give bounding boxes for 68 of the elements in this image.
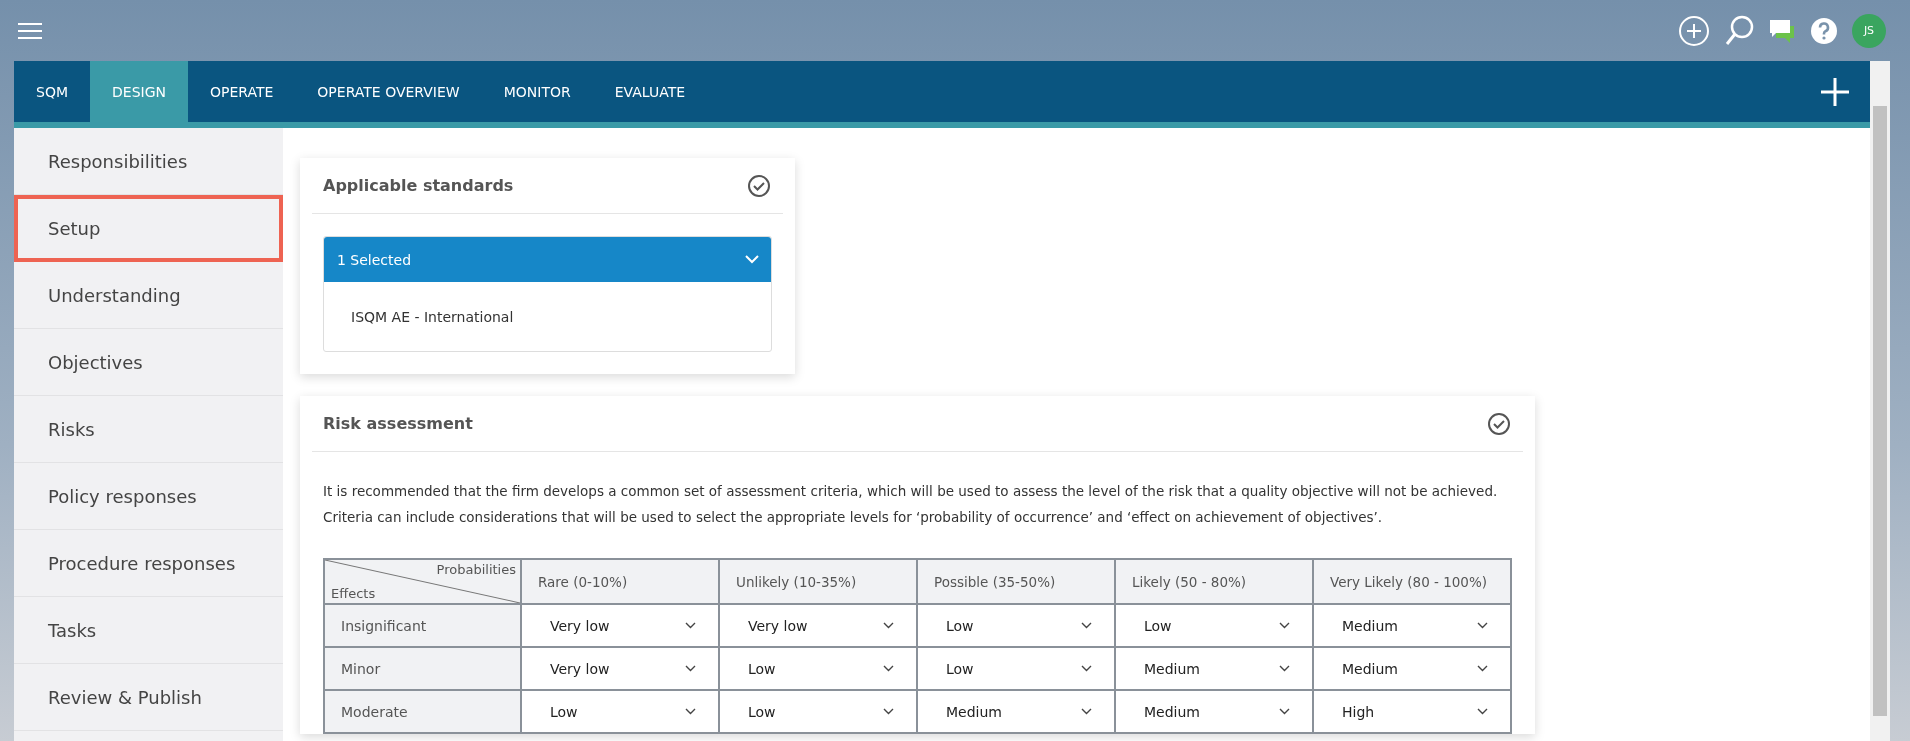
row-header: Insignificant [324, 604, 521, 647]
level-select[interactable]: Very low [522, 649, 718, 688]
nav-tab[interactable]: MONITOR [481, 61, 593, 122]
chevron-down-icon [1081, 665, 1092, 672]
row-header: Moderate [324, 690, 521, 733]
header-label: Probabilities [436, 562, 516, 577]
column-header: Possible (35-50%) [917, 559, 1115, 604]
header-label: Effects [331, 586, 376, 601]
nav-tab[interactable]: OPERATE [187, 61, 296, 122]
sidebar-item[interactable]: Understanding [14, 262, 283, 329]
nav-tab[interactable]: OPERATE OVERVIEW [295, 61, 482, 122]
standards-dropdown[interactable]: 1 Selected [324, 237, 771, 282]
add-icon[interactable] [1820, 76, 1850, 107]
standard-option[interactable]: ISQM AE - International [324, 282, 771, 351]
nav-tab[interactable]: EVALUATE [592, 61, 708, 122]
chevron-down-icon [883, 708, 894, 715]
level-select[interactable]: High [1314, 692, 1510, 731]
level-select[interactable]: Medium [918, 692, 1114, 731]
card-title: Risk assessment [323, 414, 473, 433]
level-select[interactable]: Low [918, 606, 1114, 645]
help-icon[interactable] [1810, 16, 1838, 45]
check-circle-icon [747, 173, 771, 198]
level-select[interactable]: Medium [1116, 649, 1312, 688]
chevron-down-icon [745, 255, 759, 264]
nav-tab[interactable]: SQM [14, 61, 90, 122]
column-header: Very Likely (80 - 100%) [1313, 559, 1511, 604]
scrollbar-thumb[interactable] [1873, 106, 1887, 716]
level-select[interactable]: Medium [1314, 649, 1510, 688]
level-select[interactable]: Medium [1116, 692, 1312, 731]
search-icon[interactable] [1724, 14, 1754, 47]
sidebar-item[interactable]: Risks [14, 396, 283, 463]
level-select[interactable]: Very low [720, 606, 916, 645]
chevron-down-icon [1081, 622, 1092, 629]
column-header: Likely (50 - 80%) [1115, 559, 1313, 604]
chevron-down-icon [685, 708, 696, 715]
sidebar-item[interactable]: Setup [14, 195, 283, 262]
chevron-down-icon [1279, 622, 1290, 629]
row-header: Minor [324, 647, 521, 690]
level-select[interactable]: Low [720, 649, 916, 688]
level-select[interactable]: Low [522, 692, 718, 731]
sidebar-item[interactable]: Tasks [14, 597, 283, 664]
column-header: Unlikely (10-35%) [719, 559, 917, 604]
chevron-down-icon [685, 622, 696, 629]
sidebar-item[interactable]: Objectives [14, 329, 283, 396]
chevron-down-icon [1279, 708, 1290, 715]
card-title: Applicable standards [323, 176, 514, 195]
chevron-down-icon [1081, 708, 1092, 715]
chevron-down-icon [1477, 708, 1488, 715]
level-select[interactable]: Low [1116, 606, 1312, 645]
chevron-down-icon [883, 665, 894, 672]
sidebar-item[interactable]: Policy responses [14, 463, 283, 530]
chevron-down-icon [883, 622, 894, 629]
sidebar-item[interactable]: Review & Publish [14, 664, 283, 731]
level-select[interactable]: Low [918, 649, 1114, 688]
chevron-down-icon [685, 665, 696, 672]
level-select[interactable]: Medium [1314, 606, 1510, 645]
menu-icon[interactable] [18, 22, 42, 39]
description-text: It is recommended that the firm develops a common set of assessment criteria, which will be used to assess the level of the risk that a quality objective will not be achieved. Criteria can include considerations that will be used to select the appropriate levels for ‘probability of occurrence’ and ‘effect on achievement of objectives’. [323, 482, 1499, 527]
chat-icon[interactable] [1768, 17, 1796, 44]
chevron-down-icon [1477, 665, 1488, 672]
column-header: Rare (0-10%) [521, 559, 719, 604]
sidebar-item[interactable]: Procedure responses [14, 530, 283, 597]
chevron-down-icon [1477, 622, 1488, 629]
level-select[interactable]: Low [720, 692, 916, 731]
level-select[interactable]: Very low [522, 606, 718, 645]
chevron-down-icon [1279, 665, 1290, 672]
check-circle-icon [1487, 411, 1511, 436]
sidebar-item[interactable]: Responsibilities [14, 128, 283, 195]
